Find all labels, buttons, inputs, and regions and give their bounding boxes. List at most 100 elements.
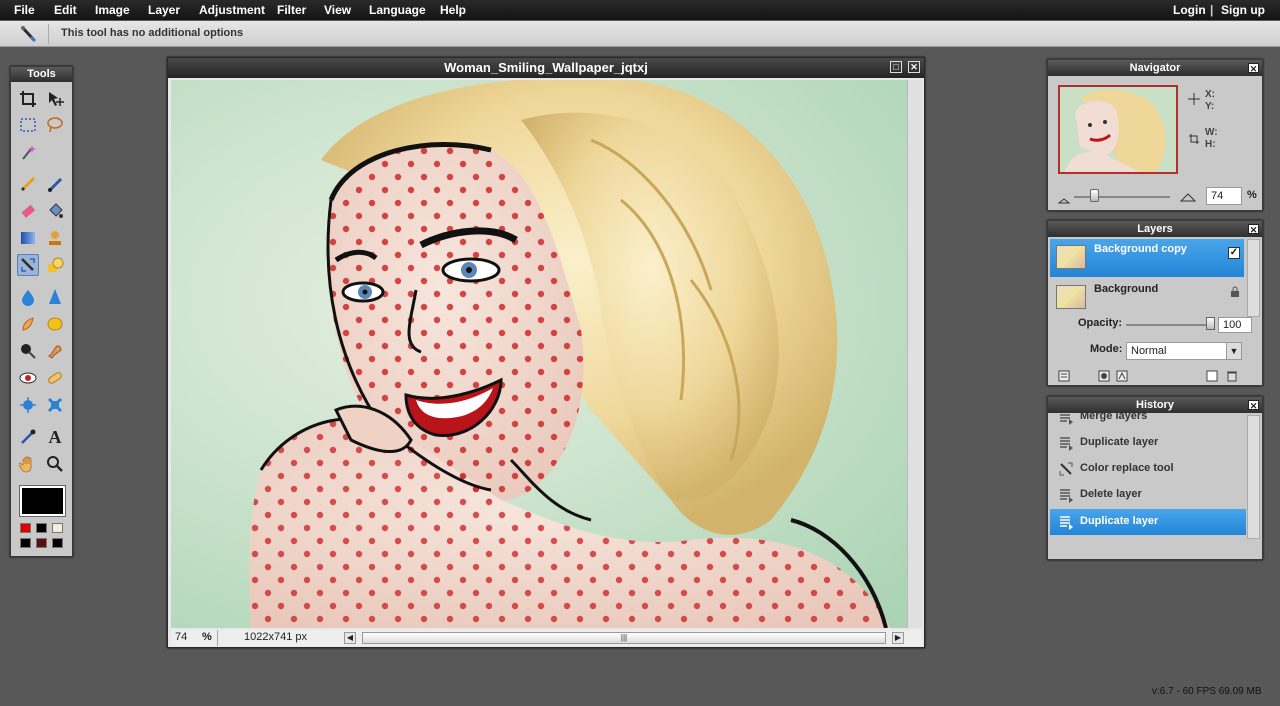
opacity-field[interactable]: 100 <box>1218 317 1252 333</box>
history-item[interactable]: Merge layers <box>1050 413 1246 430</box>
layer-visibility-checkbox[interactable]: ✓ <box>1228 247 1240 259</box>
navigator-thumbnail[interactable] <box>1058 85 1178 174</box>
tools-panel-title: Tools <box>11 67 72 82</box>
layer-thumbnail <box>1056 245 1086 269</box>
pinch-tool-icon[interactable] <box>44 394 66 416</box>
menu-filter[interactable]: Filter <box>277 3 306 17</box>
layer-row-background[interactable]: Background <box>1050 279 1244 317</box>
close-icon[interactable]: ✕ <box>1248 400 1259 411</box>
history-item[interactable]: Color replace tool <box>1050 456 1246 482</box>
layer-row-background-copy[interactable]: Background copy ✓ <box>1050 239 1244 277</box>
navigator-panel: Navigator ✕ X: Y: W: H: 74 % <box>1047 59 1263 211</box>
menu-layer[interactable]: Layer <box>148 3 180 17</box>
burn-tool-icon[interactable] <box>44 340 66 362</box>
maximize-icon[interactable]: □ <box>890 61 902 73</box>
history-title: History ✕ <box>1048 397 1262 413</box>
hand-tool-icon[interactable] <box>17 453 39 475</box>
layers-scrollbar[interactable] <box>1247 239 1260 317</box>
zoom-slider-thumb[interactable] <box>1090 189 1099 202</box>
menu-view[interactable]: View <box>324 3 351 17</box>
opacity-slider-thumb[interactable] <box>1206 317 1215 330</box>
eraser-tool-icon[interactable] <box>17 200 39 222</box>
fill-tool-icon[interactable] <box>44 200 66 222</box>
menu-adjustment[interactable]: Adjustment <box>199 3 265 17</box>
trash-icon[interactable] <box>1226 369 1238 387</box>
layer-mask-icon[interactable] <box>1098 369 1110 387</box>
image-dimensions: 1022x741 px <box>244 631 307 643</box>
navigator-title: Navigator ✕ <box>1048 60 1262 76</box>
gradient-tool-icon[interactable] <box>17 227 39 249</box>
close-icon[interactable]: ✕ <box>1248 224 1259 235</box>
zoom-value[interactable]: 74 <box>175 631 187 643</box>
layer-effects-icon[interactable] <box>1116 369 1128 387</box>
palette-swatch[interactable] <box>52 538 63 548</box>
scroll-left-icon[interactable]: ◀ <box>344 632 356 644</box>
drawing-tool-icon[interactable] <box>44 254 66 276</box>
image-canvas[interactable] <box>171 80 907 628</box>
marquee-tool-icon[interactable] <box>17 114 39 136</box>
menu-image[interactable]: Image <box>95 3 130 17</box>
opacity-slider-track[interactable] <box>1126 324 1210 326</box>
zoom-tool-icon[interactable] <box>44 453 66 475</box>
navigator-zoom-field[interactable]: 74 <box>1206 187 1242 205</box>
layers-title-text: Layers <box>1137 223 1173 235</box>
layer-icon <box>1058 487 1074 503</box>
history-item-label: Duplicate layer <box>1080 515 1159 527</box>
pencil-tool-icon[interactable] <box>17 173 39 195</box>
palette-swatch[interactable] <box>20 538 31 548</box>
image-vertical-scrollbar[interactable] <box>907 80 922 628</box>
history-item-label: Delete layer <box>1080 488 1142 500</box>
layer-settings-icon[interactable] <box>1058 369 1072 387</box>
foreground-color-swatch[interactable] <box>19 485 66 517</box>
image-window: Woman_Smiling_Wallpaper_jqtxj □ ✕ 74 % 1… <box>167 57 925 648</box>
menu-help[interactable]: Help <box>440 3 466 17</box>
blur-tool-icon[interactable] <box>17 286 39 308</box>
magic-wand-tool-icon[interactable] <box>17 141 39 163</box>
zoom-in-icon[interactable] <box>1179 189 1197 207</box>
clone-stamp-tool-icon[interactable] <box>44 227 66 249</box>
menu-bar: File Edit Image Layer Adjustment Filter … <box>0 0 1280 20</box>
color-picker-tool-icon[interactable] <box>17 426 39 448</box>
spot-heal-tool-icon[interactable] <box>44 367 66 389</box>
smudge-tool-icon[interactable] <box>17 313 39 335</box>
zoom-slider-track[interactable] <box>1074 196 1170 198</box>
menu-edit[interactable]: Edit <box>54 3 77 17</box>
history-item-selected[interactable]: Duplicate layer <box>1050 509 1246 535</box>
position-icon <box>1188 92 1200 110</box>
bloat-tool-icon[interactable] <box>17 394 39 416</box>
close-icon[interactable]: ✕ <box>1248 63 1259 74</box>
text-tool-icon[interactable]: A <box>44 426 66 448</box>
blend-mode-select[interactable]: Normal <box>1126 342 1242 360</box>
lasso-tool-icon[interactable] <box>44 114 66 136</box>
new-layer-icon[interactable] <box>1206 369 1218 387</box>
login-link[interactable]: Login <box>1173 3 1206 17</box>
layer-icon <box>1058 514 1074 530</box>
scroll-right-icon[interactable]: ▶ <box>892 632 904 644</box>
signup-link[interactable]: Sign up <box>1221 3 1265 17</box>
move-tool-icon[interactable] <box>44 88 66 110</box>
zoom-out-icon[interactable] <box>1057 191 1071 209</box>
menu-language[interactable]: Language <box>369 3 426 17</box>
version-info: v:6.7 - 60 FPS 69.09 MB <box>1152 686 1262 697</box>
palette-swatch[interactable] <box>52 523 63 533</box>
brush-tool-icon[interactable] <box>44 173 66 195</box>
palette-swatch[interactable] <box>36 538 47 548</box>
palette-swatch[interactable] <box>20 523 31 533</box>
red-eye-tool-icon[interactable] <box>17 367 39 389</box>
crop-tool-icon[interactable] <box>17 88 39 110</box>
color-replace-tool-icon[interactable] <box>17 254 39 276</box>
sharpen-tool-icon[interactable] <box>44 286 66 308</box>
dodge-tool-icon[interactable] <box>17 340 39 362</box>
sponge-tool-icon[interactable] <box>44 313 66 335</box>
opacity-label: Opacity: <box>1078 317 1123 329</box>
history-title-text: History <box>1136 399 1174 411</box>
color-replace-tool-icon <box>18 24 40 44</box>
close-icon[interactable]: ✕ <box>908 61 920 73</box>
history-item[interactable]: Delete layer <box>1050 482 1246 508</box>
history-item[interactable]: Duplicate layer <box>1050 430 1246 456</box>
history-scrollbar[interactable] <box>1247 415 1260 539</box>
horizontal-scroll-thumb[interactable]: ||| <box>362 632 886 644</box>
palette-swatch[interactable] <box>36 523 47 533</box>
menu-file[interactable]: File <box>14 3 35 17</box>
chevron-down-icon[interactable]: ▼ <box>1226 343 1241 359</box>
